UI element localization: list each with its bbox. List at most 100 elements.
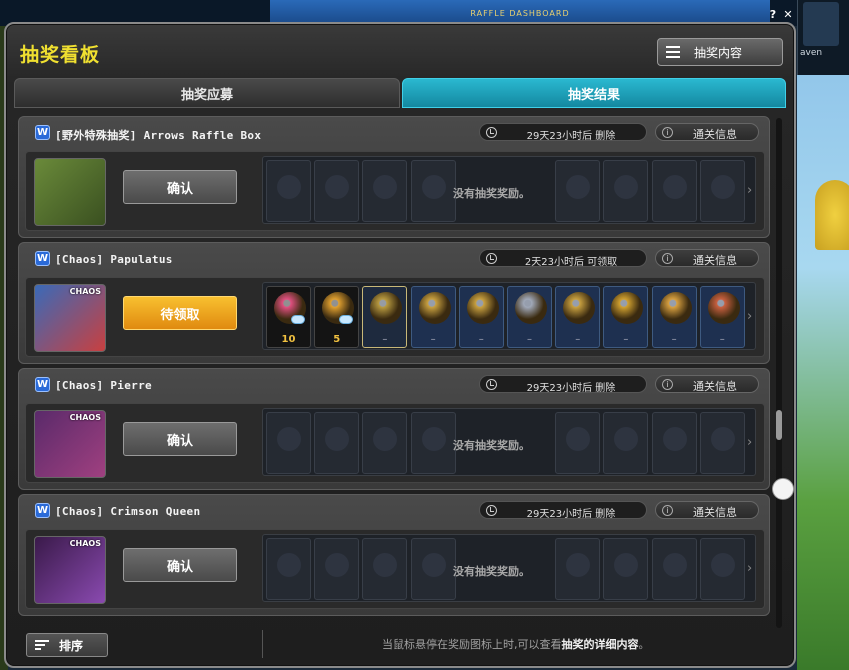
empty-reward-slot[interactable] <box>410 160 456 222</box>
game-screen: RAFFLE DASHBOARD aven 抽奖看板 抽奖内容 抽奖应募 抽奖结… <box>0 0 849 670</box>
reward-slot[interactable]: – <box>507 286 552 348</box>
scrollbar-track[interactable] <box>776 118 782 628</box>
clock-icon <box>486 253 497 264</box>
raffle-card: W [野外特殊抽奖] Arrows Raffle Box 29天23小时后 删除… <box>18 116 770 238</box>
empty-reward-slot[interactable] <box>699 412 745 474</box>
scrollbar-thumb[interactable] <box>776 410 782 440</box>
info-icon: i <box>662 379 673 390</box>
reward-slot[interactable]: – <box>603 286 649 348</box>
scroll-right-icon[interactable]: › <box>747 183 752 198</box>
world-badge-icon: W <box>35 377 50 392</box>
empty-reward-slot[interactable] <box>603 538 649 600</box>
empty-reward-slot[interactable] <box>651 412 697 474</box>
raffle-card-body: CHAOS 待领取 10 5 – – – – – – – – › <box>25 277 765 357</box>
boss-portrait: CHAOS <box>34 410 106 478</box>
footer-divider <box>262 630 263 658</box>
raffle-timer: 2天23小时后 可领取 <box>479 249 647 268</box>
clear-info-button[interactable]: i 通关信息 <box>655 123 759 141</box>
chaos-tag: CHAOS <box>69 287 101 296</box>
reward-count: 10 <box>281 334 296 345</box>
no-reward-text: 没有抽奖奖励。 <box>453 187 530 200</box>
window-title: 抽奖看板 <box>20 44 101 66</box>
scroll-right-icon[interactable]: › <box>747 309 752 324</box>
tab-raffle-result[interactable]: 抽奖结果 <box>402 78 786 108</box>
reward-count: – <box>478 334 484 345</box>
clock-icon <box>486 379 497 390</box>
reward-slot[interactable]: – <box>410 286 456 348</box>
raffle-card-body: 确认 没有抽奖奖励。 › <box>25 151 765 231</box>
empty-reward-slot[interactable] <box>314 538 360 600</box>
coins-stack-icon <box>659 292 692 324</box>
sort-button[interactable]: 排序 <box>26 633 108 657</box>
info-icon: i <box>662 505 673 516</box>
close-button[interactable]: ✕ <box>781 8 795 22</box>
world-badge-icon: W <box>35 251 50 266</box>
raffle-list: W [野外特殊抽奖] Arrows Raffle Box 29天23小时后 删除… <box>18 116 772 628</box>
info-icon: i <box>662 127 673 138</box>
empty-reward-slot[interactable] <box>651 538 697 600</box>
empty-reward-slot[interactable] <box>699 160 745 222</box>
help-button[interactable]: ? <box>766 8 780 22</box>
bowl-icon <box>611 292 644 324</box>
reward-slot[interactable]: – <box>458 286 504 348</box>
clear-info-button[interactable]: i 通关信息 <box>655 501 759 519</box>
clear-info-button[interactable]: i 通关信息 <box>655 249 759 267</box>
empty-reward-slot[interactable] <box>314 412 360 474</box>
reward-slot[interactable]: – <box>555 286 601 348</box>
hint-prefix: 当鼠标悬停在奖励图标上时,可以查看 <box>382 638 562 651</box>
raffle-card-body: CHAOS 确认 没有抽奖奖励。 › <box>25 529 765 609</box>
reward-slot[interactable]: – <box>699 286 745 348</box>
raffle-timer: 29天23小时后 删除 <box>479 375 647 394</box>
empty-reward-slot[interactable] <box>266 160 311 222</box>
top-banner-label: RAFFLE DASHBOARD <box>470 9 570 18</box>
empty-reward-slot[interactable] <box>699 538 745 600</box>
tab-raffle-apply[interactable]: 抽奖应募 <box>14 78 400 108</box>
empty-reward-slot[interactable] <box>362 412 408 474</box>
empty-reward-slot[interactable] <box>362 160 408 222</box>
empty-reward-slot[interactable] <box>555 160 601 222</box>
raffle-content-button[interactable]: 抽奖内容 <box>657 38 783 66</box>
empty-reward-slot[interactable] <box>410 412 456 474</box>
no-reward-text: 没有抽奖奖励。 <box>453 439 530 452</box>
empty-reward-slot[interactable] <box>603 412 649 474</box>
raffle-card-header: W [Chaos] Papulatus 2天23小时后 可领取 i 通关信息 <box>25 249 765 271</box>
confirm-button[interactable]: 确认 <box>123 422 237 456</box>
cloud-icon <box>291 315 305 324</box>
raffle-name: [Chaos] Pierre <box>55 379 152 392</box>
raffle-card-header: W [Chaos] Crimson Queen 29天23小时后 删除 i 通关… <box>25 501 765 523</box>
scroll-right-icon[interactable]: › <box>747 561 752 576</box>
mushroom-house-icon <box>815 180 849 250</box>
empty-reward-slot[interactable] <box>266 412 311 474</box>
ornament-icon <box>707 292 740 324</box>
reward-slot[interactable]: 5 <box>314 286 360 348</box>
hint-suffix: 。 <box>638 638 650 651</box>
empty-reward-slot[interactable] <box>266 538 311 600</box>
empty-reward-slot[interactable] <box>410 538 456 600</box>
empty-reward-slot[interactable] <box>362 538 408 600</box>
info-icon: i <box>662 253 673 264</box>
reward-slot[interactable]: 10 <box>266 286 311 348</box>
reward-count: – <box>430 334 436 345</box>
empty-reward-slot[interactable] <box>603 160 649 222</box>
reward-slot[interactable]: – <box>651 286 697 348</box>
empty-reward-slot[interactable] <box>651 160 697 222</box>
confirm-button[interactable]: 确认 <box>123 548 237 582</box>
reward-strip: 10 5 – – – – – – – – › <box>262 282 756 350</box>
hint-emphasis: 抽奖的详细内容 <box>561 638 639 651</box>
empty-reward-slot[interactable] <box>314 160 360 222</box>
empty-reward-slot[interactable] <box>555 412 601 474</box>
empty-reward-slot[interactable] <box>555 538 601 600</box>
reward-count: – <box>671 334 677 345</box>
raffle-card: W [Chaos] Papulatus 2天23小时后 可领取 i 通关信息 C… <box>18 242 770 364</box>
confirm-button[interactable]: 确认 <box>123 170 237 204</box>
reward-count: – <box>623 334 629 345</box>
gold-coin-icon <box>466 292 499 324</box>
clear-info-button[interactable]: i 通关信息 <box>655 375 759 393</box>
hover-hint: 当鼠标悬停在奖励图标上时,可以查看抽奖的详细内容。 <box>382 636 650 652</box>
pending-claim-button[interactable]: 待领取 <box>123 296 237 330</box>
reward-slot[interactable]: – <box>362 286 408 348</box>
clear-info-label: 通关信息 <box>693 506 737 519</box>
scroll-right-icon[interactable]: › <box>747 435 752 450</box>
reward-strip: 没有抽奖奖励。 › <box>262 534 756 602</box>
sort-icon <box>35 640 49 650</box>
